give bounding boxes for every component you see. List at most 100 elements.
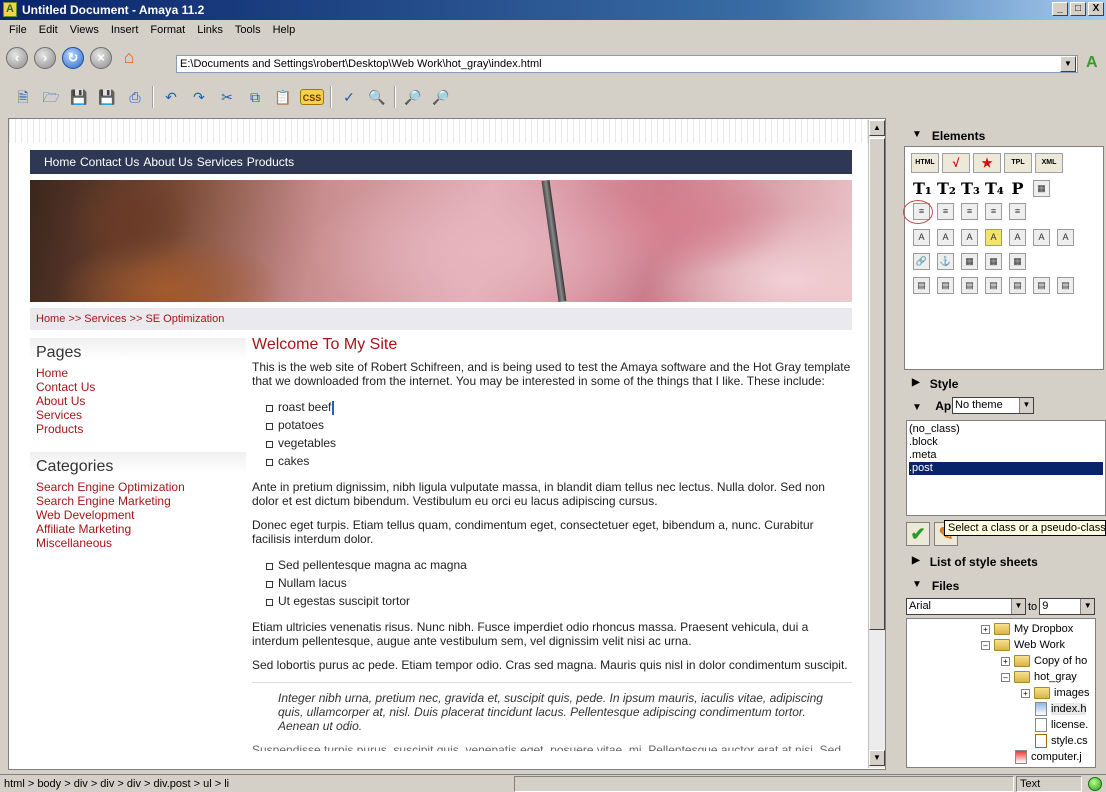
menu-format[interactable]: Format	[144, 24, 191, 36]
object-icon[interactable]: ▦	[985, 253, 1002, 270]
spellcheck-icon[interactable]: ✓	[338, 86, 360, 108]
css-icon[interactable]: CSS	[300, 89, 324, 105]
element-path[interactable]: html > body > div > div > div > div.post…	[4, 778, 229, 790]
new-document-icon[interactable]: 🗎	[12, 86, 34, 108]
table-col-icon[interactable]: ▤	[937, 277, 954, 294]
class-list[interactable]: (no_class) .block .meta .post	[906, 420, 1106, 516]
table-icon[interactable]: ▦	[1009, 253, 1026, 270]
menu-help[interactable]: Help	[267, 24, 302, 36]
insert-col-icon[interactable]: ▤	[985, 277, 1002, 294]
menu-views[interactable]: Views	[64, 24, 105, 36]
category-link[interactable]: Web Development	[30, 508, 246, 522]
tab-xml[interactable]: XML	[1035, 153, 1063, 173]
stop-icon[interactable]: ×	[90, 47, 112, 69]
category-link[interactable]: Search Engine Optimization	[30, 480, 246, 494]
image-icon[interactable]: ▦	[961, 253, 978, 270]
category-link[interactable]: Miscellaneous	[30, 536, 246, 550]
forward-icon[interactable]: ›	[34, 47, 56, 69]
menu-tools[interactable]: Tools	[229, 24, 267, 36]
collapse-icon[interactable]: –	[981, 640, 990, 650]
topnav-home[interactable]: Home	[44, 155, 76, 169]
topnav-services[interactable]: Services	[197, 155, 243, 169]
home-icon[interactable]: ⌂	[118, 47, 140, 69]
tab-svg-icon[interactable]: ✯	[973, 153, 1001, 173]
delete-cells-icon[interactable]: ▤	[1057, 277, 1074, 294]
class-option-selected[interactable]: .post	[909, 462, 1103, 475]
div-icon[interactable]: ▦	[1033, 180, 1050, 197]
heading2-icon[interactable]: T₂	[937, 179, 956, 198]
zoom-out-icon[interactable]: 🔎	[430, 86, 452, 108]
heading3-icon[interactable]: T₃	[961, 179, 980, 198]
paragraph-icon[interactable]: P	[1009, 179, 1026, 198]
paste-icon[interactable]: 📋	[272, 86, 294, 108]
highlight-text-icon[interactable]: A	[985, 229, 1002, 246]
open-folder-icon[interactable]: 🗁	[40, 86, 62, 108]
zoom-in-icon[interactable]: 🔎	[402, 86, 424, 108]
merge-cells-icon[interactable]: ▤	[1009, 277, 1026, 294]
menu-links[interactable]: Links	[191, 24, 229, 36]
anchor-icon[interactable]: ⚓	[937, 253, 954, 270]
topnav-about[interactable]: About Us	[143, 155, 192, 169]
class-option[interactable]: .block	[909, 436, 1103, 449]
scroll-thumb[interactable]	[869, 138, 885, 630]
save-as-icon[interactable]: 💾	[96, 86, 118, 108]
heading4-icon[interactable]: T₄	[985, 179, 1004, 198]
superscript-icon[interactable]: A	[1033, 229, 1050, 246]
split-cells-icon[interactable]: ▤	[1033, 277, 1050, 294]
tree-node[interactable]: – hot_gray	[1001, 669, 1077, 685]
collapse-icon[interactable]: –	[1001, 672, 1010, 682]
scroll-down-icon[interactable]: ▼	[869, 750, 885, 766]
list-term-icon[interactable]: ≡	[1009, 203, 1026, 220]
tab-math-icon[interactable]: √	[942, 153, 970, 173]
elements-header[interactable]: ▼ Elements	[902, 126, 1106, 146]
tree-node[interactable]: + My Dropbox	[981, 621, 1073, 637]
expand-icon[interactable]: +	[981, 624, 990, 634]
url-dropdown-icon[interactable]: ▼	[1060, 56, 1076, 72]
topnav-products[interactable]: Products	[247, 155, 294, 169]
back-icon[interactable]: ‹	[6, 47, 28, 69]
files-header[interactable]: ▼ Files	[902, 576, 1106, 596]
find-replace-icon[interactable]: 🔍	[366, 86, 388, 108]
pages-link[interactable]: Services	[30, 408, 246, 422]
undo-icon[interactable]: ↶	[160, 86, 182, 108]
topnav-contact[interactable]: Contact Us	[80, 155, 139, 169]
numbered-list-icon[interactable]: ≡	[937, 203, 954, 220]
tree-node[interactable]: style.cs	[1035, 733, 1088, 749]
tree-node[interactable]: index.h	[1035, 701, 1087, 717]
tab-html[interactable]: HTML	[911, 153, 939, 173]
close-button[interactable]: X	[1088, 2, 1104, 16]
emphasis-icon[interactable]: A	[1009, 229, 1026, 246]
font-family-select[interactable]: Arial ▼	[906, 598, 1026, 615]
definition-list-icon[interactable]: ≡	[961, 203, 978, 220]
breadcrumb-text[interactable]: Home >> Services >> SE Optimization	[36, 313, 224, 325]
main-content[interactable]: Welcome To My Site This is the web site …	[252, 337, 852, 751]
theme-select[interactable]: No theme ▼	[952, 397, 1034, 414]
expand-icon[interactable]: +	[1021, 688, 1030, 698]
apply-check-icon[interactable]: ✔	[906, 522, 930, 546]
italic-text-icon[interactable]: A	[937, 229, 954, 246]
tree-node[interactable]: – Web Work	[981, 637, 1065, 653]
maximize-button[interactable]: □	[1070, 2, 1086, 16]
subscript-icon[interactable]: A	[1057, 229, 1074, 246]
code-text-icon[interactable]: A	[961, 229, 978, 246]
category-link[interactable]: Affiliate Marketing	[30, 522, 246, 536]
pages-link[interactable]: Products	[30, 422, 246, 436]
pages-link[interactable]: Home	[30, 366, 246, 380]
document-scrollbar[interactable]: ▲ ▼	[868, 120, 885, 768]
tree-node[interactable]: + images	[1021, 685, 1089, 701]
tab-tpl[interactable]: TPL	[1004, 153, 1032, 173]
pages-link[interactable]: Contact Us	[30, 380, 246, 394]
style-header[interactable]: ▶ Style	[902, 374, 1106, 394]
class-option[interactable]: .meta	[909, 449, 1103, 462]
reload-icon[interactable]: ↻	[62, 47, 84, 69]
insert-row-icon[interactable]: ▤	[961, 277, 978, 294]
menu-edit[interactable]: Edit	[33, 24, 64, 36]
menu-file[interactable]: File	[3, 24, 33, 36]
save-icon[interactable]: 💾	[68, 86, 90, 108]
font-size-select[interactable]: 9 ▼	[1039, 598, 1096, 615]
expand-icon[interactable]: +	[1001, 656, 1010, 666]
files-tree[interactable]: + My Dropbox – Web Work + Copy of ho – h…	[906, 618, 1096, 768]
class-option[interactable]: (no_class)	[909, 423, 1103, 436]
scroll-up-icon[interactable]: ▲	[869, 120, 885, 136]
pages-link[interactable]: About Us	[30, 394, 246, 408]
